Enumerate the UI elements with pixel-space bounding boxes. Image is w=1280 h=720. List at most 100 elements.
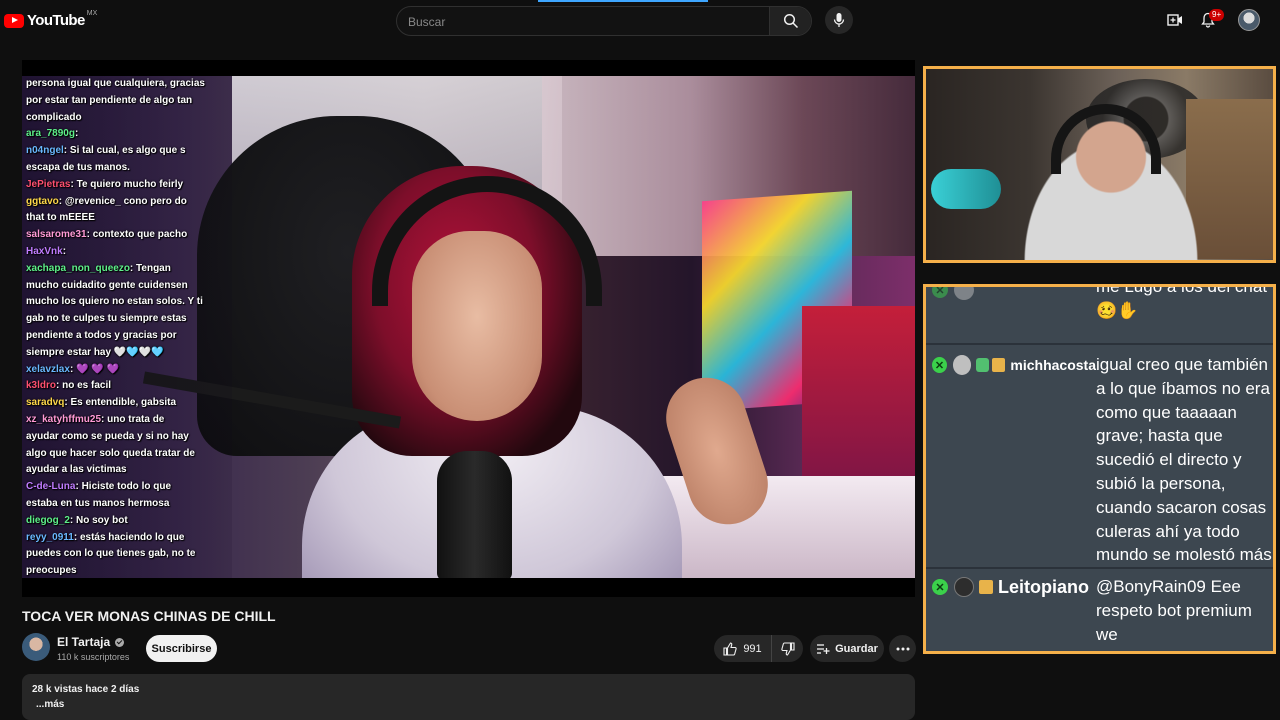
stream-chat-line: siempre estar hay 🤍🩵🤍🩵 xyxy=(26,345,232,362)
video-player[interactable]: persona igual que cualquiera, gracias por… xyxy=(22,60,915,597)
channel-name[interactable]: El Tartaja xyxy=(57,635,125,649)
stream-chat-text: ayudar como se pueda y si no hay xyxy=(26,430,189,442)
stream-chat-line: complicado xyxy=(26,110,232,127)
more-actions-button[interactable] xyxy=(889,635,916,662)
stream-chat-text: mucho cuidadito gente cuidensen xyxy=(26,279,188,291)
gift-badge-icon xyxy=(979,580,993,594)
chat-text: igual creo que también a lo que íbamos n… xyxy=(1096,355,1272,565)
channel-name-text[interactable]: El Tartaja xyxy=(57,635,110,649)
youtube-play-icon xyxy=(4,13,24,28)
like-dislike-group: 991 xyxy=(714,635,803,662)
stream-chat-line: pendiente a todos y gracias por xyxy=(26,328,232,345)
stream-chat-text: Si tal cual, es algo que s xyxy=(69,145,186,157)
like-count: 991 xyxy=(743,642,762,655)
loading-bar xyxy=(538,0,708,2)
stream-chat-text: no es facil xyxy=(62,380,112,392)
stream-chat-text: uno trata de xyxy=(107,413,165,425)
chat-text: me Lugo a los del chat 🥴✋ xyxy=(1096,284,1268,320)
search-input[interactable]: Buscar xyxy=(408,15,445,29)
stream-chat-username: ggtavo xyxy=(26,195,59,207)
account-avatar[interactable] xyxy=(1238,9,1260,31)
like-button[interactable]: 991 xyxy=(714,635,772,662)
stream-chat-username: salsarome31 xyxy=(26,229,87,241)
show-more-link[interactable]: ...más xyxy=(36,699,905,710)
stream-chat-line: ggtavo: @revenice_ cono pero do xyxy=(26,195,187,207)
channel-avatar[interactable] xyxy=(22,633,50,661)
stream-chat-line: n04ngel: Si tal cual, es algo que s xyxy=(26,145,186,157)
stream-chat-text: No soy bot xyxy=(76,514,128,526)
stream-chat-text: Hiciste todo lo que xyxy=(81,481,172,493)
stream-chat-line: reyy_0911: estás haciendo lo que xyxy=(26,531,185,543)
chat-username: Leitopiano xyxy=(998,576,1089,597)
stream-chat-line: ayudar a las victimas xyxy=(26,462,232,479)
create-icon xyxy=(1167,14,1182,26)
stream-chat-line: ayudar como se pueda y si no hay xyxy=(26,429,232,446)
stream-chat-username: reyy_0911 xyxy=(26,531,74,543)
chat-message: ✕ me Lugo a los del chat 🥴✋ xyxy=(926,284,1273,323)
stream-chat-text: pendiente a todos y gracias por xyxy=(26,329,177,341)
subscriber-count: 110 k suscriptores xyxy=(57,652,130,662)
logo-text: YouTube xyxy=(27,12,85,29)
chat-message: ✕ michhacosta igual creo que también a l… xyxy=(926,353,1273,567)
stream-chat-line: salsarome31: contexto que pacho xyxy=(26,229,188,241)
add-to-playlist-icon xyxy=(817,643,830,654)
avatar xyxy=(954,577,974,597)
stream-chat-username: n04ngel xyxy=(26,145,64,157)
stream-chat-text: mucho los quiero no estan solos. Y ti xyxy=(26,296,203,308)
save-label: Guardar xyxy=(835,642,878,655)
thumbs-up-icon xyxy=(723,641,738,656)
subscriber-badge-icon xyxy=(976,358,990,372)
chat-message: ✕ Leitopiano @BonyRain09 Eee respeto bot… xyxy=(926,575,1273,646)
divider xyxy=(926,567,1273,569)
search-button[interactable] xyxy=(769,7,811,35)
subscribe-button[interactable]: Suscribirse xyxy=(146,635,217,662)
more-horizontal-icon xyxy=(896,647,909,650)
stream-chat-text: Te quiero mucho feirly xyxy=(76,178,184,190)
stream-chat-text: gab no te culpes tu siempre estas xyxy=(26,313,187,325)
stream-chat-text: Es entendible, gabsita xyxy=(70,397,177,409)
create-button[interactable] xyxy=(1166,11,1184,29)
stream-chat-overlay: persona igual que cualquiera, gracias por… xyxy=(22,76,232,578)
chat-meta: ✕ Leitopiano xyxy=(926,575,1096,599)
stream-chat-username: saradvq xyxy=(26,397,65,409)
stream-chat-line: xz_katyhffmu25: uno trata de xyxy=(26,413,165,425)
gift-badge-icon xyxy=(992,358,1006,372)
stream-chat-username: JePietras xyxy=(26,178,71,190)
stream-chat-text: @revenice_ cono pero do xyxy=(64,195,187,207)
stream-chat-line: k3ldro: no es facil xyxy=(26,380,112,392)
dislike-button[interactable] xyxy=(772,635,803,662)
stream-chat-username: diegog_2 xyxy=(26,514,70,526)
stream-chat-text: preocupes xyxy=(26,565,77,577)
x-badge-icon: ✕ xyxy=(932,287,948,298)
stream-chat-text: por estar tan pendiente de algo tan xyxy=(26,94,193,106)
stream-chat-text: escapa de tus manos. xyxy=(26,161,130,173)
mic-icon xyxy=(833,13,845,27)
stream-chat-line: ara_7890g: xyxy=(26,128,79,140)
avatar xyxy=(954,287,974,300)
video-title: TOCA VER MONAS CHINAS DE CHILL xyxy=(22,608,276,624)
stream-chat-text: that to mEEEE xyxy=(26,212,95,224)
stream-chat-line: por estar tan pendiente de algo tan xyxy=(26,93,232,110)
stream-chat-username: C-de-Luna xyxy=(26,481,76,493)
search-box[interactable]: Buscar xyxy=(396,6,812,36)
stream-chat-text: persona igual que cualquiera, gracias xyxy=(26,78,205,89)
notification-count-badge: 9+ xyxy=(1209,9,1225,21)
search-icon xyxy=(783,13,798,29)
description-box[interactable]: 28 k vistas hace 2 días ...más xyxy=(22,674,915,720)
avatar xyxy=(952,355,972,375)
stream-chat-text: complicado xyxy=(26,111,82,123)
chat-meta: ✕ xyxy=(926,287,1096,305)
chat-username: michhacosta xyxy=(1010,357,1096,373)
x-badge-icon: ✕ xyxy=(932,579,948,595)
stream-chat-line: estaba en tus manos hermosa xyxy=(26,496,232,513)
desk xyxy=(642,476,915,578)
stream-chat-line: preocupes xyxy=(26,563,232,580)
save-button[interactable]: Guardar xyxy=(810,635,884,662)
stream-chat-username: xachapa_non_queezo xyxy=(26,262,130,274)
youtube-logo[interactable]: YouTube MX xyxy=(4,10,97,29)
stream-chat-username: xz_katyhffmu25 xyxy=(26,413,102,425)
stream-chat-text: puedes con lo que tienes gab, no te xyxy=(26,548,196,560)
stream-chat-text: estaba en tus manos hermosa xyxy=(26,497,170,509)
stream-chat-text: 💜 💜 💜 xyxy=(76,363,119,375)
voice-search-button[interactable] xyxy=(825,6,853,34)
